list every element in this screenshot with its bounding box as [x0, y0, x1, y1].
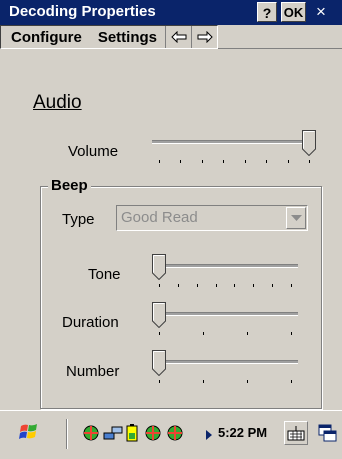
prev-button[interactable]: [165, 26, 191, 48]
slider-tick: [180, 160, 182, 163]
slider-thumb[interactable]: [152, 254, 166, 280]
number-slider[interactable]: [152, 350, 298, 390]
slider-track: [152, 360, 298, 364]
start-button[interactable]: [18, 421, 40, 443]
slider-thumb[interactable]: [152, 302, 166, 328]
type-label: Type: [62, 211, 95, 228]
slider-tick: [159, 380, 160, 383]
slider-track: [152, 312, 298, 316]
slider-thumb[interactable]: [152, 350, 166, 376]
help-button[interactable]: ?: [257, 2, 277, 22]
slider-track: [152, 140, 316, 144]
menu-settings[interactable]: Settings: [90, 29, 165, 46]
network-ball-icon[interactable]: [144, 424, 162, 442]
chevron-down-icon: [290, 214, 302, 221]
slider-tick: [253, 284, 255, 287]
slider-tick: [244, 160, 246, 163]
volume-label: Volume: [68, 143, 119, 160]
slider-thumb[interactable]: [302, 130, 316, 156]
slider-tick: [247, 380, 248, 383]
slider-tick: [203, 332, 204, 335]
slider-tick: [287, 160, 289, 163]
taskbar: 5:22 PM: [0, 410, 342, 459]
network-ball-icon[interactable]: [166, 424, 184, 442]
slider-tick: [291, 332, 292, 335]
slider-tick: [159, 284, 160, 287]
window-switch-icon[interactable]: [318, 424, 338, 442]
slider-tick: [266, 160, 268, 163]
battery-icon[interactable]: [126, 424, 138, 442]
slider-tick: [215, 284, 217, 287]
menu-configure[interactable]: Configure: [1, 29, 90, 46]
type-combobox[interactable]: Good Read: [116, 205, 308, 231]
audio-section-title: Audio: [33, 92, 82, 113]
slider-tick: [201, 160, 203, 163]
number-label: Number: [66, 363, 120, 380]
network-ball-icon[interactable]: [82, 424, 100, 442]
dropdown-button[interactable]: [286, 207, 306, 229]
windows-flag-icon: [19, 424, 37, 439]
tone-slider[interactable]: [152, 254, 298, 294]
next-button[interactable]: [191, 26, 217, 48]
ok-button[interactable]: OK: [281, 2, 306, 22]
tone-label: Tone: [88, 266, 121, 283]
taskbar-separator: [66, 419, 68, 449]
duration-slider[interactable]: [152, 302, 298, 342]
duration-label: Duration: [62, 314, 119, 331]
slider-tick: [291, 284, 292, 287]
menu-box: Configure Settings: [0, 25, 219, 49]
connection-icon[interactable]: [103, 424, 123, 442]
slider-track: [152, 264, 298, 268]
slider-tick: [159, 160, 160, 163]
volume-slider[interactable]: [152, 130, 316, 170]
slider-tick: [247, 332, 248, 335]
slider-tick: [223, 160, 225, 163]
close-button[interactable]: ×: [311, 2, 331, 22]
slider-tick: [309, 160, 310, 163]
slider-tick: [196, 284, 198, 287]
beep-group-title: Beep: [48, 177, 91, 194]
keyboard-icon[interactable]: [284, 421, 308, 445]
right-arrow-icon: [197, 31, 213, 43]
slider-tick: [177, 284, 179, 287]
window-title: Decoding Properties: [9, 3, 156, 20]
slider-tick: [203, 380, 204, 383]
slider-tick: [272, 284, 274, 287]
slider-tick: [234, 284, 236, 287]
slider-tick: [291, 380, 292, 383]
menu-bar: Configure Settings: [0, 25, 342, 49]
tray-arrow-icon[interactable]: [206, 427, 212, 445]
type-value: Good Read: [121, 209, 198, 226]
clock[interactable]: 5:22 PM: [218, 425, 267, 440]
left-arrow-icon: [170, 31, 187, 43]
slider-tick: [159, 332, 160, 335]
title-bar: Decoding Properties ? OK ×: [0, 0, 342, 25]
